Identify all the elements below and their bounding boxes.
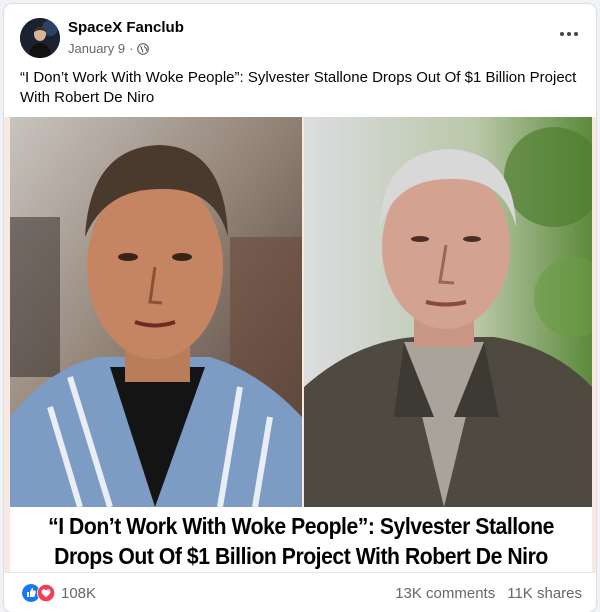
post-header: SpaceX Fanclub January 9 · — [4, 4, 596, 64]
engagement-bar: 108K 13K comments 11K shares — [4, 572, 596, 612]
post-caption: “I Don’t Work With Woke People”: Sylvest… — [20, 69, 577, 106]
post-meta: January 9 · — [68, 41, 150, 56]
image-headline: “I Don’t Work With Woke People”: Sylvest… — [33, 511, 568, 571]
post-date[interactable]: January 9 — [68, 41, 125, 56]
meta-separator: · — [129, 41, 134, 56]
de-niro-photo — [304, 117, 592, 507]
headline-line-2: Drops Out Of $1 Billion Project With Rob… — [54, 543, 548, 569]
headline-band: “I Don’t Work With Woke People”: Sylvest… — [10, 507, 592, 572]
globe-icon[interactable] — [137, 42, 150, 55]
page-name[interactable]: SpaceX Fanclub — [68, 19, 184, 36]
stallone-photo — [10, 117, 302, 507]
avatar-image — [20, 18, 60, 58]
post-card: SpaceX Fanclub January 9 · “I Don’t Work… — [4, 4, 596, 612]
engagement-stats: 13K comments 11K shares — [395, 585, 582, 602]
reactions-summary[interactable]: 108K — [22, 584, 96, 602]
reactions-count: 108K — [61, 584, 97, 602]
page-avatar[interactable] — [20, 18, 60, 58]
post-image[interactable]: “I Don’t Work With Woke People”: Sylvest… — [4, 117, 596, 572]
shares-count[interactable]: 11K shares — [507, 585, 582, 602]
headline-line-1: “I Don’t Work With Woke People”: Sylvest… — [48, 513, 554, 539]
comments-count[interactable]: 13K comments — [395, 585, 495, 602]
more-options-icon[interactable] — [554, 22, 584, 46]
love-reaction-icon — [37, 584, 55, 602]
